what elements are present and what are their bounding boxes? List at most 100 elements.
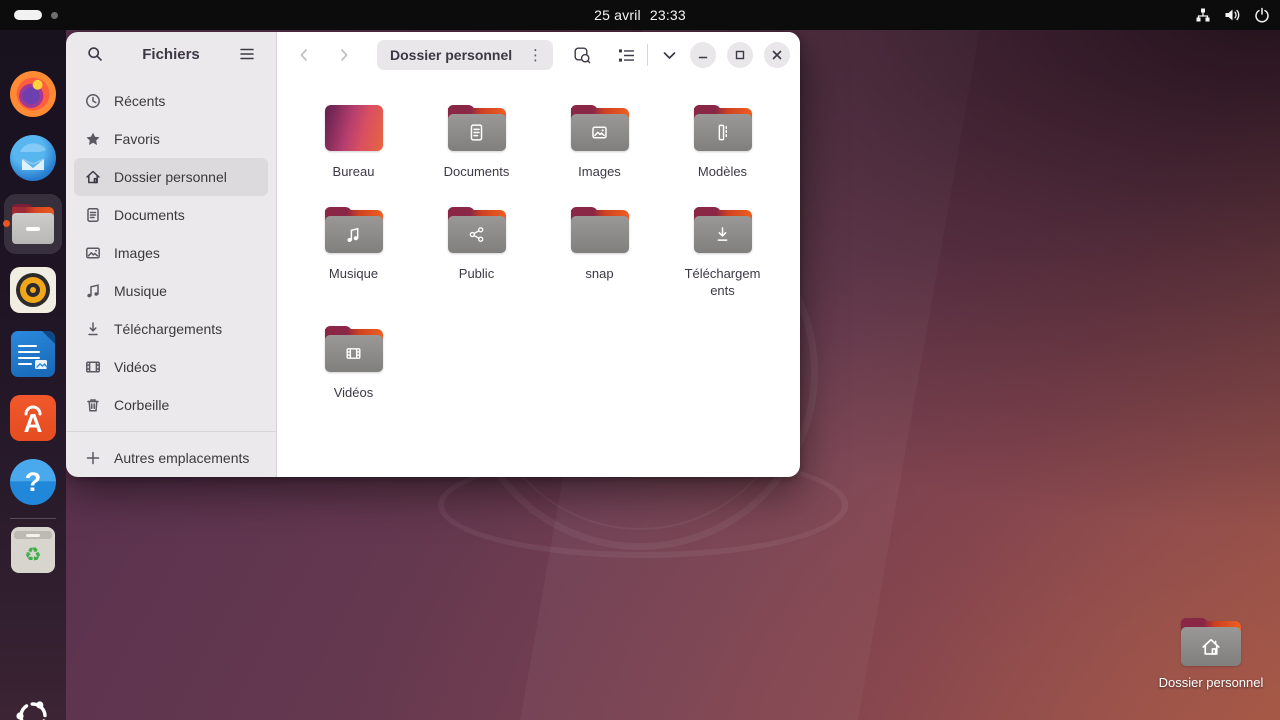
file-item-documents[interactable]: Documents [415, 105, 538, 181]
sidebar-item-downloads[interactable]: Téléchargements [74, 310, 268, 348]
templates-folder-icon [694, 105, 752, 151]
file-item-musique[interactable]: Musique [292, 207, 415, 300]
dock-item-thunderbird[interactable] [9, 134, 57, 182]
location-menu-kebab-icon[interactable]: ⋮ [524, 48, 547, 63]
current-location-label: Dossier personnel [390, 47, 524, 63]
dock-item-firefox[interactable] [9, 70, 57, 118]
back-button[interactable] [289, 40, 319, 70]
plus-icon [85, 450, 101, 466]
search-button[interactable] [80, 39, 110, 69]
template-icon [712, 122, 733, 143]
sidebar-item-label: Vidéos [114, 359, 157, 375]
share-icon [466, 224, 487, 245]
sidebar-item-home[interactable]: Dossier personnel [74, 158, 268, 196]
film-icon [85, 359, 101, 375]
file-item-telechargements[interactable]: Téléchargements [661, 207, 784, 300]
document-icon [85, 207, 101, 223]
hamburger-menu-icon [239, 47, 255, 61]
view-options-button[interactable] [654, 40, 684, 70]
maximize-icon [735, 50, 745, 60]
file-name: Images [578, 163, 621, 181]
libreoffice-writer-icon [11, 331, 55, 377]
minimize-button[interactable] [690, 42, 716, 68]
music-icon [85, 283, 101, 299]
desktop-wallpaper-folder-icon [325, 105, 383, 151]
sidebar-item-music[interactable]: Musique [74, 272, 268, 310]
file-item-images[interactable]: Images [538, 105, 661, 181]
dock-separator [10, 518, 56, 519]
system-status-area[interactable] [1195, 0, 1270, 30]
dock-item-ubuntu-software[interactable]: A [9, 394, 57, 442]
dock-item-rhythmbox[interactable] [9, 266, 57, 314]
rhythmbox-icon [10, 267, 56, 313]
dock-item-files[interactable] [9, 200, 57, 248]
ubuntu-logo-icon [13, 696, 53, 720]
file-name: snap [585, 265, 613, 283]
dock-item-trash[interactable]: ♻ [9, 526, 57, 574]
chevron-down-icon [663, 51, 676, 60]
file-item-videos[interactable]: Vidéos [292, 326, 415, 402]
clock[interactable]: 25 avril23:33 [0, 7, 1280, 23]
maximize-button[interactable] [727, 42, 753, 68]
documents-folder-icon [448, 105, 506, 151]
sidebar-item-label: Images [114, 245, 160, 261]
desktop-shortcut-label: Dossier personnel [1159, 675, 1264, 690]
sidebar-item-starred[interactable]: Favoris [74, 120, 268, 158]
list-view-icon [618, 48, 635, 63]
file-item-modeles[interactable]: Modèles [661, 105, 784, 181]
file-name: Téléchargements [683, 265, 763, 300]
volume-icon [1224, 7, 1241, 23]
sidebar-item-other-locations[interactable]: Autres emplacements [74, 439, 268, 477]
sidebar-item-label: Corbeille [114, 397, 169, 413]
file-name: Documents [444, 163, 510, 181]
dock-item-libreoffice-writer[interactable] [9, 330, 57, 378]
list-view-toggle-button[interactable] [611, 40, 641, 70]
power-icon [1254, 7, 1270, 23]
search-current-folder-button[interactable] [567, 40, 597, 70]
document-icon [466, 122, 487, 143]
sidebar-divider [66, 431, 276, 432]
desktop-home-shortcut[interactable]: Dossier personnel [1146, 618, 1276, 690]
sidebar-item-label: Documents [114, 207, 185, 223]
sidebar-item-label: Récents [114, 93, 165, 109]
file-name: Public [459, 265, 494, 283]
public-folder-icon [448, 207, 506, 253]
app-title: Fichiers [110, 46, 232, 63]
sidebar-item-videos[interactable]: Vidéos [74, 348, 268, 386]
dock-item-help[interactable]: ? [9, 458, 57, 506]
sidebar-item-label: Favoris [114, 131, 160, 147]
sidebar-item-recents[interactable]: Récents [74, 82, 268, 120]
search-icon [87, 46, 103, 62]
home-icon [85, 169, 101, 185]
files-icon [10, 204, 56, 244]
file-grid: Bureau Documents [277, 78, 800, 401]
folder-search-icon [573, 46, 591, 64]
file-item-public[interactable]: Public [415, 207, 538, 300]
file-item-bureau[interactable]: Bureau [292, 105, 415, 181]
download-icon [85, 321, 101, 337]
forward-button[interactable] [329, 40, 359, 70]
videos-folder-icon [325, 326, 383, 372]
file-item-snap[interactable]: snap [538, 207, 661, 300]
ubuntu-software-icon: A [10, 395, 56, 441]
file-name: Musique [329, 265, 378, 283]
clock-icon [85, 93, 101, 109]
close-button[interactable] [764, 42, 790, 68]
main-menu-button[interactable] [232, 39, 262, 69]
sidebar-header: Fichiers [66, 32, 276, 76]
sidebar-item-trash[interactable]: Corbeille [74, 386, 268, 424]
headerbar-separator [647, 44, 648, 66]
dock: A ? ♻ [0, 30, 66, 720]
path-bar-button[interactable]: Dossier personnel ⋮ [377, 40, 553, 70]
files-window: Fichiers Récents Favoris [66, 32, 800, 477]
chevron-right-icon [337, 48, 351, 62]
dock-item-show-apps[interactable] [9, 692, 57, 720]
image-icon [589, 122, 610, 143]
downloads-folder-icon [694, 207, 752, 253]
files-sidebar: Fichiers Récents Favoris [66, 32, 277, 477]
minimize-icon [698, 50, 708, 60]
sidebar-item-label: Téléchargements [114, 321, 222, 337]
sidebar-item-documents[interactable]: Documents [74, 196, 268, 234]
sidebar-item-pictures[interactable]: Images [74, 234, 268, 272]
thunderbird-icon [10, 135, 56, 181]
